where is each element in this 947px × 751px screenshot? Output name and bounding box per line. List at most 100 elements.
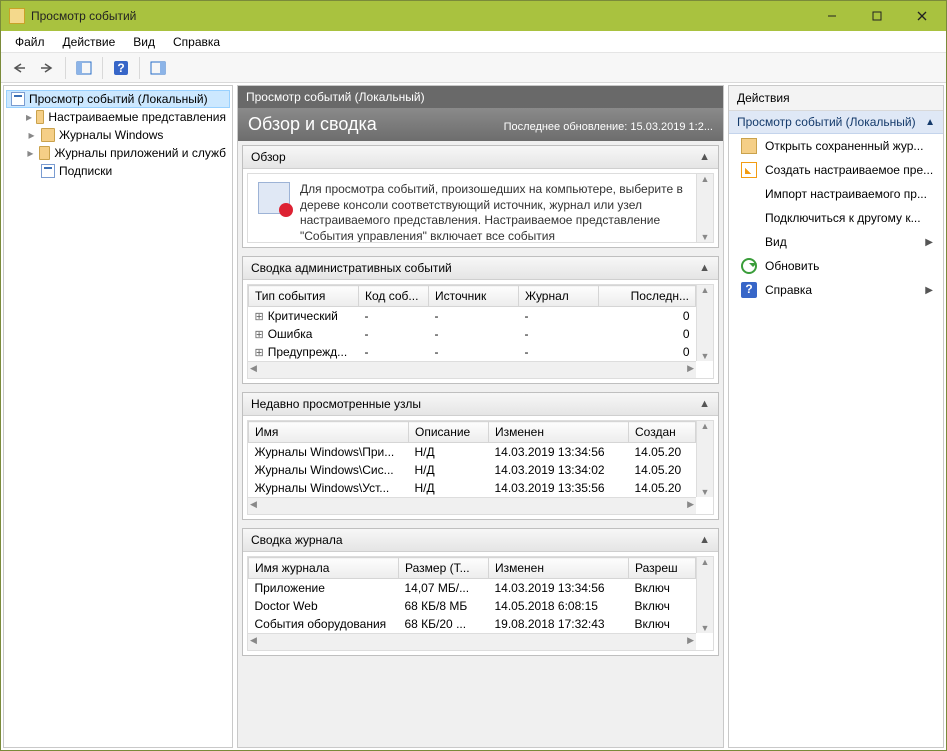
horizontal-scrollbar[interactable]	[248, 633, 696, 650]
table-header-row: Имя Описание Изменен Создан	[249, 422, 696, 443]
chevron-right-icon: ▶	[925, 285, 933, 296]
forward-button[interactable]	[35, 56, 59, 80]
overview-header[interactable]: Обзор ▲	[243, 146, 718, 169]
menu-view[interactable]: Вид	[125, 33, 163, 51]
horizontal-scrollbar[interactable]	[248, 361, 696, 378]
close-button[interactable]	[899, 2, 944, 31]
log-summary-section: Сводка журнала ▲ Имя журнала Размер (Т..…	[242, 528, 719, 656]
recent-nodes-title: Недавно просмотренные узлы	[251, 397, 421, 411]
actions-title: Действия	[729, 86, 943, 111]
action-label: Подключиться к другому к...	[765, 211, 921, 225]
col-enabled[interactable]: Разреш	[629, 558, 696, 579]
recent-nodes-header[interactable]: Недавно просмотренные узлы ▲	[243, 393, 718, 416]
action-connect-another[interactable]: Подключиться к другому к...	[729, 206, 943, 230]
center-header: Просмотр событий (Локальный)	[238, 86, 723, 108]
vertical-scrollbar[interactable]	[696, 421, 713, 497]
overview-icon	[258, 182, 290, 214]
col-desc[interactable]: Описание	[409, 422, 489, 443]
action-label: Импорт настраиваемого пр...	[765, 187, 927, 201]
collapse-icon: ▲	[699, 151, 710, 163]
show-hide-action-pane-button[interactable]	[146, 56, 170, 80]
menu-file[interactable]: Файл	[7, 33, 53, 51]
help-button[interactable]: ?	[109, 56, 133, 80]
admin-summary-title: Сводка административных событий	[251, 261, 452, 275]
tree-pane: Просмотр событий (Локальный) ▸ Настраива…	[3, 85, 233, 748]
col-event-id[interactable]: Код соб...	[359, 286, 429, 307]
subscriptions-icon	[41, 164, 55, 178]
tree-item-app-logs[interactable]: ▸ Журналы приложений и служб	[6, 144, 230, 162]
actions-group-header[interactable]: Просмотр событий (Локальный) ▲	[729, 111, 943, 134]
menubar: Файл Действие Вид Справка	[1, 31, 946, 53]
action-refresh[interactable]: Обновить	[729, 254, 943, 278]
tree-item-label: Настраиваемые представления	[48, 110, 226, 124]
toolbar-separator	[65, 57, 66, 79]
overview-title: Обзор	[251, 150, 286, 164]
col-modified[interactable]: Изменен	[489, 558, 629, 579]
show-hide-tree-button[interactable]	[72, 56, 96, 80]
tree-root[interactable]: Просмотр событий (Локальный)	[6, 90, 230, 108]
vertical-scrollbar[interactable]	[696, 285, 713, 361]
col-last[interactable]: Последн...	[599, 286, 696, 307]
expand-icon	[26, 164, 37, 178]
help-icon: ?	[741, 282, 757, 298]
col-name[interactable]: Имя	[249, 422, 409, 443]
last-update-label: Последнее обновление: 15.03.2019 1:2...	[504, 121, 713, 133]
table-row[interactable]: Журналы Windows\При...Н/Д14.03.2019 13:3…	[249, 443, 696, 462]
action-import-custom-view[interactable]: Импорт настраиваемого пр...	[729, 182, 943, 206]
table-row[interactable]: Приложение14,07 МБ/...14.03.2019 13:34:5…	[249, 579, 696, 598]
col-size[interactable]: Размер (Т...	[399, 558, 489, 579]
action-open-saved-log[interactable]: Открыть сохраненный жур...	[729, 134, 943, 158]
expand-icon[interactable]: ▸	[26, 146, 35, 160]
col-modified[interactable]: Изменен	[489, 422, 629, 443]
tree-item-custom-views[interactable]: ▸ Настраиваемые представления	[6, 108, 230, 126]
minimize-button[interactable]	[809, 2, 854, 31]
menu-help[interactable]: Справка	[165, 33, 228, 51]
tree-root-label: Просмотр событий (Локальный)	[29, 92, 208, 106]
window-title: Просмотр событий	[31, 9, 809, 23]
blank-icon	[741, 186, 757, 202]
overview-scrollbar[interactable]	[696, 174, 713, 242]
expand-icon[interactable]: ▸	[26, 110, 32, 124]
action-view[interactable]: Вид ▶	[729, 230, 943, 254]
collapse-icon: ▲	[699, 534, 710, 546]
table-row[interactable]: Критический---0	[249, 307, 696, 326]
collapse-icon: ▲	[699, 398, 710, 410]
recent-nodes-section: Недавно просмотренные узлы ▲ Имя Описани…	[242, 392, 719, 520]
table-row[interactable]: Ошибка---0	[249, 325, 696, 343]
col-source[interactable]: Источник	[429, 286, 519, 307]
actions-pane: Действия Просмотр событий (Локальный) ▲ …	[728, 85, 944, 748]
maximize-button[interactable]	[854, 2, 899, 31]
chevron-right-icon: ▶	[925, 237, 933, 248]
vertical-scrollbar[interactable]	[696, 557, 713, 633]
table-row[interactable]: События оборудования68 КБ/20 ...19.08.20…	[249, 615, 696, 633]
col-log[interactable]: Журнал	[519, 286, 599, 307]
table-row[interactable]: Журналы Windows\Сис...Н/Д14.03.2019 13:3…	[249, 461, 696, 479]
tree-item-subscriptions[interactable]: Подписки	[6, 162, 230, 180]
action-create-custom-view[interactable]: Создать настраиваемое пре...	[729, 158, 943, 182]
folder-open-icon	[741, 138, 757, 154]
overview-text: Для просмотра событий, произошедших на к…	[300, 182, 703, 234]
table-row[interactable]: Журналы Windows\Уст...Н/Д14.03.2019 13:3…	[249, 479, 696, 497]
admin-summary-header[interactable]: Сводка административных событий ▲	[243, 257, 718, 280]
action-help[interactable]: ? Справка ▶	[729, 278, 943, 302]
blank-icon	[741, 210, 757, 226]
overview-content: Для просмотра событий, произошедших на к…	[247, 173, 714, 243]
expand-icon[interactable]: ▸	[26, 128, 37, 142]
menu-action[interactable]: Действие	[55, 33, 124, 51]
collapse-icon: ▲	[699, 262, 710, 274]
horizontal-scrollbar[interactable]	[248, 497, 696, 514]
tree-item-windows-logs[interactable]: ▸ Журналы Windows	[6, 126, 230, 144]
col-created[interactable]: Создан	[629, 422, 696, 443]
table-row[interactable]: Doctor Web68 КБ/8 МБ14.05.2018 6:08:15Вк…	[249, 597, 696, 615]
svg-text:?: ?	[117, 61, 124, 75]
col-log-name[interactable]: Имя журнала	[249, 558, 399, 579]
recent-nodes-table: Имя Описание Изменен Создан Журналы Wind…	[248, 421, 696, 497]
log-summary-header[interactable]: Сводка журнала ▲	[243, 529, 718, 552]
action-label: Справка	[765, 283, 812, 297]
main-area: Просмотр событий (Локальный) ▸ Настраива…	[1, 83, 946, 750]
blank-icon	[741, 234, 757, 250]
table-row[interactable]: Предупрежд...---0	[249, 343, 696, 361]
main-window: Просмотр событий Файл Действие Вид Справ…	[0, 0, 947, 751]
back-button[interactable]	[7, 56, 31, 80]
col-event-type[interactable]: Тип события	[249, 286, 359, 307]
